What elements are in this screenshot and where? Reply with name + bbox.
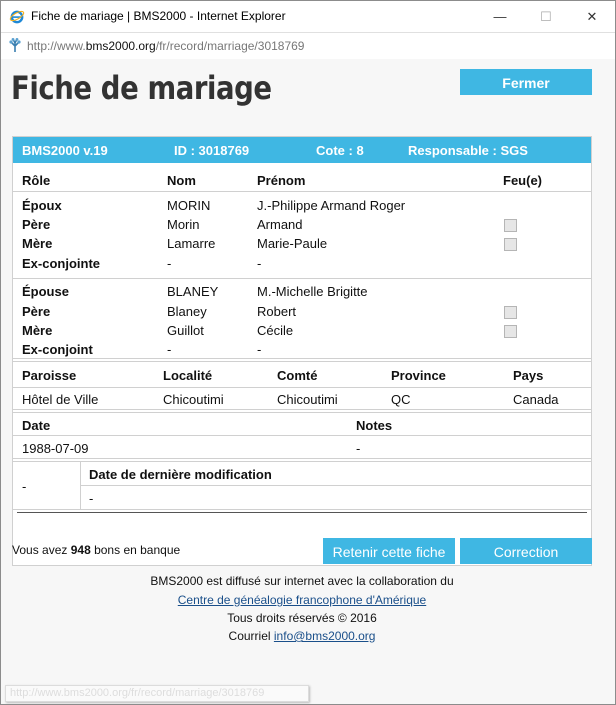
- divider: [80, 485, 591, 486]
- groom-mother-nom: Lamarre: [167, 236, 216, 251]
- separator-line: [17, 512, 587, 513]
- retenir-fiche-button[interactable]: Retenir cette fiche: [323, 538, 455, 564]
- record-header: BMS2000 v.19 ID : 3018769 Cote : 8 Respo…: [13, 137, 591, 163]
- footer-link-row: Centre de généalogie francophone d'Améri…: [1, 593, 603, 607]
- modification-value: -: [89, 491, 94, 506]
- col-feu: Feu(e): [503, 173, 542, 188]
- notes-value: -: [356, 441, 361, 456]
- bride-father-prenom: Robert: [257, 304, 297, 319]
- col-role: Rôle: [22, 173, 51, 188]
- title-bar: Fiche de mariage | BMS2000 - Internet Ex…: [1, 1, 615, 32]
- bride-nom: BLANEY: [167, 284, 219, 299]
- email-link[interactable]: info@bms2000.org: [274, 629, 376, 643]
- url-prefix: http://www.: [27, 39, 86, 53]
- bride-mother-role: Mère: [22, 323, 53, 338]
- bride-mother-deceased-checkbox[interactable]: [504, 325, 517, 338]
- groom-ex-prenom: -: [257, 256, 262, 271]
- col-prenom: Prénom: [257, 173, 306, 188]
- modification-label: Date de dernière modification: [89, 467, 272, 482]
- address-url[interactable]: http://www.bms2000.org/fr/record/marriag…: [27, 39, 304, 53]
- footer-email-row: Courriel info@bms2000.org: [1, 629, 603, 643]
- groom-ex-role: Ex-conjointe: [22, 256, 101, 271]
- cgfa-link[interactable]: Centre de généalogie francophone d'Améri…: [178, 593, 426, 607]
- divider: [13, 458, 591, 459]
- modification-left-value: -: [22, 479, 27, 494]
- bank-count: 948: [70, 543, 91, 557]
- bride-ex-prenom: -: [257, 342, 262, 357]
- bride-mother-prenom: Cécile: [257, 323, 294, 338]
- bride-role: Épouse: [22, 284, 69, 299]
- groom-mother-deceased-checkbox[interactable]: [504, 238, 517, 251]
- bride-father-deceased-checkbox[interactable]: [504, 306, 517, 319]
- footer-line1: BMS2000 est diffusé sur internet avec la…: [150, 574, 454, 588]
- url-path: /fr/record/marriage/3018769: [155, 39, 305, 53]
- footer-copyright: Tous droits réservés © 2016: [227, 611, 377, 625]
- url-host: bms2000.org: [85, 39, 156, 53]
- notes-label: Notes: [356, 418, 393, 433]
- email-prefix: Courriel: [228, 629, 274, 643]
- groom-role: Époux: [22, 198, 62, 213]
- col-nom: Nom: [167, 173, 196, 188]
- divider: [13, 191, 591, 192]
- divider: [13, 358, 591, 359]
- pays-value: Canada: [513, 392, 559, 407]
- record-card: BMS2000 v.19 ID : 3018769 Cote : 8 Respo…: [12, 136, 592, 566]
- divider: [13, 387, 591, 388]
- bride-ex-nom: -: [167, 342, 172, 357]
- divider: [13, 461, 591, 462]
- bride-ex-role: Ex-conjoint: [22, 342, 93, 357]
- record-id: ID : 3018769: [174, 143, 250, 158]
- bank-balance: Vous avez 948 bons en banque: [12, 543, 180, 557]
- groom-father-nom: Morin: [167, 217, 200, 232]
- groom-mother-role: Mère: [22, 236, 53, 251]
- record-cote: Cote : 8: [316, 143, 364, 158]
- date-label: Date: [22, 418, 51, 433]
- groom-nom: MORIN: [167, 198, 211, 213]
- bride-father-nom: Blaney: [167, 304, 207, 319]
- status-url-tooltip: http://www.bms2000.org/fr/record/marriag…: [5, 685, 309, 702]
- internet-explorer-icon: [9, 10, 25, 24]
- divider: [13, 278, 591, 279]
- province-label: Province: [391, 368, 446, 383]
- record-version: BMS2000 v.19: [22, 143, 108, 158]
- page-title: Fiche de mariage: [11, 69, 272, 107]
- province-value: QC: [391, 392, 411, 407]
- paroisse-value: Hôtel de Ville: [22, 392, 99, 407]
- groom-father-prenom: Armand: [257, 217, 303, 232]
- divider: [13, 361, 591, 362]
- divider: [13, 409, 591, 410]
- groom-mother-prenom: Marie-Paule: [257, 236, 328, 251]
- fermer-button[interactable]: Fermer: [460, 69, 592, 95]
- maximize-button[interactable]: ☐: [523, 1, 569, 32]
- correction-button[interactable]: Correction: [460, 538, 592, 564]
- bank-prefix: Vous avez: [12, 543, 71, 557]
- localite-label: Localité: [163, 368, 213, 383]
- page-content: Fiche de mariage Fermer BMS2000 v.19 ID …: [1, 59, 615, 704]
- record-responsable: Responsable : SGS: [408, 143, 528, 158]
- divider: [13, 509, 591, 510]
- groom-father-role: Père: [22, 217, 51, 232]
- address-bar[interactable]: http://www.bms2000.org/fr/record/marriag…: [1, 32, 615, 60]
- bride-mother-nom: Guillot: [167, 323, 204, 338]
- comte-label: Comté: [277, 368, 318, 383]
- date-value: 1988-07-09: [22, 441, 89, 456]
- minimize-button[interactable]: —: [477, 1, 523, 32]
- pays-label: Pays: [513, 368, 544, 383]
- divider: [13, 412, 591, 413]
- bride-prenom: M.-Michelle Brigitte: [257, 284, 368, 299]
- window-title: Fiche de mariage | BMS2000 - Internet Ex…: [31, 9, 286, 23]
- paroisse-label: Paroisse: [22, 368, 77, 383]
- groom-ex-nom: -: [167, 256, 172, 271]
- bride-father-role: Père: [22, 304, 51, 319]
- bank-suffix: bons en banque: [90, 543, 181, 557]
- divider: [13, 435, 591, 436]
- browser-window: Fiche de mariage | BMS2000 - Internet Ex…: [0, 0, 616, 705]
- comte-value: Chicoutimi: [277, 392, 338, 407]
- groom-prenom: J.-Philippe Armand Roger: [257, 198, 406, 213]
- localite-value: Chicoutimi: [163, 392, 224, 407]
- close-window-button[interactable]: ✕: [569, 1, 615, 32]
- site-favicon-icon: [9, 38, 21, 52]
- groom-father-deceased-checkbox[interactable]: [504, 219, 517, 232]
